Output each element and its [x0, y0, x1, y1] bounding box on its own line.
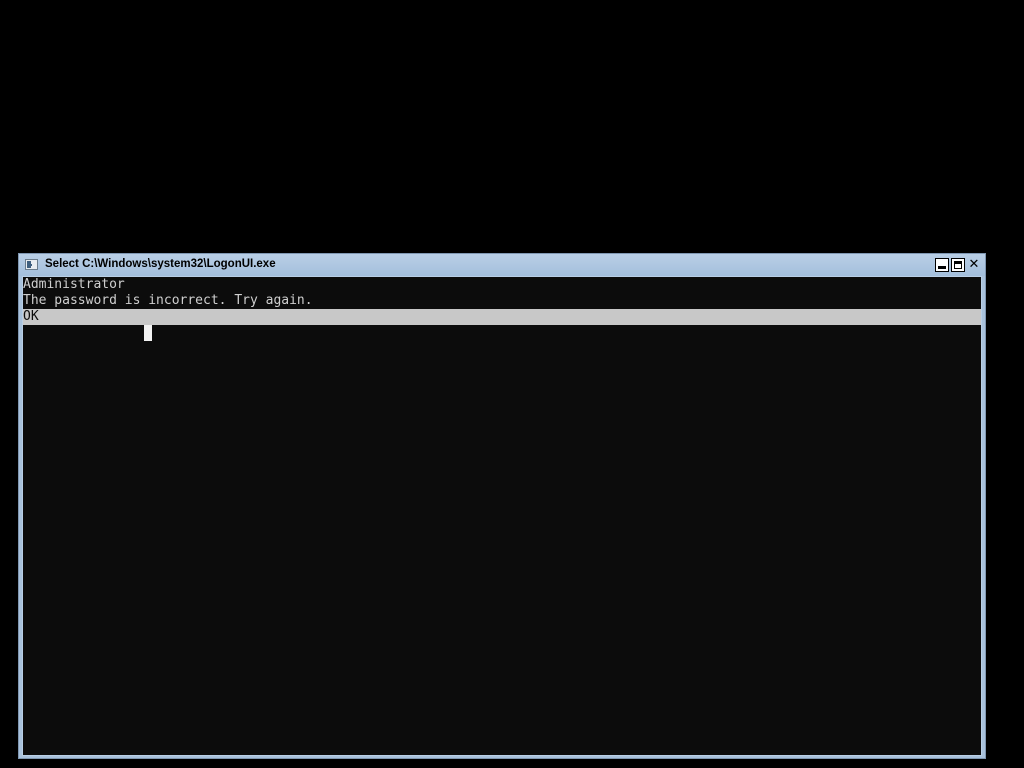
console-app-icon[interactable]: [25, 259, 38, 270]
text-cursor: [144, 325, 152, 341]
desktop-background: Select C:\Windows\system32\LogonUI.exe ✕…: [0, 0, 1024, 768]
ok-button-label: OK: [23, 309, 39, 324]
username-text: Administrator: [23, 277, 125, 292]
logonui-console-window: Select C:\Windows\system32\LogonUI.exe ✕…: [18, 253, 986, 759]
window-title: Select C:\Windows\system32\LogonUI.exe: [45, 258, 276, 270]
error-message: The password is incorrect. Try again.: [23, 293, 313, 308]
close-button[interactable]: ✕: [967, 258, 981, 272]
title-bar[interactable]: Select C:\Windows\system32\LogonUI.exe ✕: [19, 254, 985, 276]
caption-buttons: ✕: [935, 258, 981, 272]
close-icon: ✕: [968, 257, 980, 272]
minimize-button[interactable]: [935, 258, 949, 272]
maximize-button[interactable]: [951, 258, 965, 272]
console-output-area[interactable]: Administrator The password is incorrect.…: [22, 276, 982, 756]
ok-button[interactable]: OK: [23, 309, 981, 325]
